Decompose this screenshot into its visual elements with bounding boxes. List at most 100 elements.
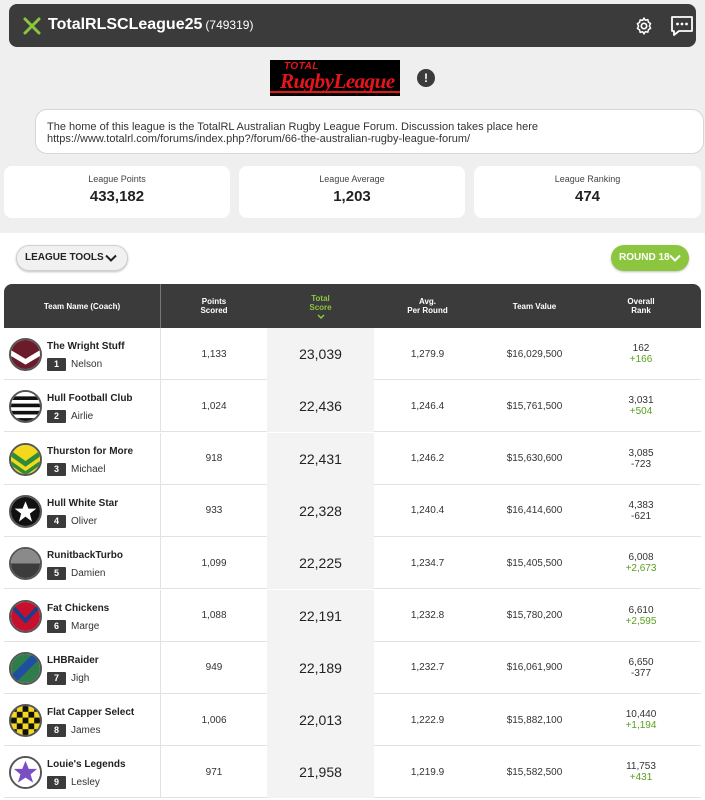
total-score: 21,958 — [299, 764, 342, 781]
overall-rank: 6,008 +2,673 — [594, 552, 688, 574]
coach-name: Airlie — [71, 411, 94, 423]
avg-per-round: 1,246.2 — [410, 453, 445, 465]
coach-name: Jigh — [71, 672, 90, 684]
team-jersey-icon — [9, 547, 42, 581]
league-description: The home of this league is the TotalRL A… — [35, 109, 704, 154]
league-rank-badge: 4 — [47, 514, 66, 528]
avg-per-round: 1,219.9 — [410, 766, 445, 778]
table-row[interactable]: Hull Football Club 2 Airlie 1,024 22,436 1,24… — [4, 380, 701, 433]
team-value: $15,761,500 — [506, 400, 563, 412]
avg-per-round: 1,232.8 — [410, 610, 445, 621]
league-title: TotalRLSCLeague25 (749319) — [48, 16, 254, 33]
gear-icon[interactable] — [634, 16, 654, 36]
coach-name: Damien — [71, 568, 106, 580]
total-score: 22,013 — [299, 712, 342, 729]
league-rank-badge: 7 — [47, 671, 66, 685]
total-score: 23,039 — [299, 346, 342, 362]
team-name[interactable]: LHBRaider — [47, 655, 99, 666]
points-scored: 971 — [205, 766, 223, 778]
sort-down-icon — [316, 313, 325, 319]
coach-name: Nelson — [71, 359, 103, 370]
team-name[interactable]: Hull White Star — [47, 498, 118, 509]
table-row[interactable]: Flat Capper Select 8 James 1,006 22,013 1,222… — [4, 694, 701, 747]
team-jersey-icon — [9, 390, 42, 424]
coach-name: Lesley — [71, 777, 100, 789]
team-jersey-icon — [9, 756, 42, 790]
round-selector-button[interactable]: ROUND 18 — [611, 245, 689, 271]
total-score: 22,328 — [299, 502, 342, 519]
overall-rank: 4,383 -621 — [594, 500, 688, 522]
header-avg-per-round[interactable]: Avg. Per Round — [374, 284, 481, 328]
top-bar: TotalRLSCLeague25 (749319) — [9, 4, 696, 47]
team-name[interactable]: RunitbackTurbo — [47, 550, 123, 561]
overall-rank: 6,650 -377 — [594, 657, 688, 679]
rank-movement: +431 — [629, 772, 653, 784]
league-rank-badge: 2 — [47, 410, 66, 424]
team-value: $15,582,500 — [506, 766, 563, 778]
total-score: 22,191 — [299, 607, 342, 624]
league-tools-button[interactable]: LEAGUE TOOLS — [16, 245, 128, 271]
coach-name: Oliver — [71, 515, 98, 527]
header-team-value[interactable]: Team Value — [481, 284, 588, 328]
team-name[interactable]: Hull Football Club — [47, 393, 133, 404]
stat-league-points: League Points 433,182 — [4, 166, 230, 218]
table-row[interactable]: Fat Chickens 6 Marge 1,088 22,191 1,232.8 $15,… — [4, 589, 701, 642]
team-name[interactable]: Fat Chickens — [47, 603, 109, 614]
table-row[interactable]: RunitbackTurbo 5 Damien 1,099 22,225 1,234.7 $… — [4, 537, 701, 590]
team-value: $15,882,100 — [506, 714, 563, 726]
league-logo: TOTAL RugbyLeague — [270, 60, 400, 96]
team-name[interactable]: Louie's Legends — [47, 759, 126, 770]
total-score: 22,189 — [299, 659, 342, 676]
league-rank-badge: 9 — [47, 776, 66, 790]
team-value: $16,061,900 — [506, 662, 563, 674]
coach-name: Marge — [71, 620, 100, 632]
overall-rank: 3,085 -723 — [594, 448, 688, 470]
overall-rank: 3,031 +504 — [594, 395, 688, 417]
overall-rank: 10,440 +1,194 — [594, 709, 688, 731]
team-name[interactable]: The Wright Stuff — [47, 341, 125, 352]
team-jersey-icon — [9, 599, 42, 633]
league-rank-badge: 5 — [47, 567, 66, 581]
avg-per-round: 1,240.4 — [410, 505, 445, 517]
avg-per-round: 1,246.4 — [410, 400, 445, 412]
table-header: Team Name (Coach) Points Scored Total Scor… — [4, 284, 701, 328]
team-value: $16,414,600 — [506, 505, 563, 517]
league-rank-badge: 8 — [47, 724, 66, 738]
team-name[interactable]: Flat Capper Select — [47, 707, 134, 718]
team-name[interactable]: Thurston for More — [47, 446, 133, 457]
league-rank-badge: 1 — [47, 358, 66, 371]
table-row[interactable]: Hull White Star 4 Oliver 933 22,328 1,240.4 $1… — [4, 484, 701, 537]
total-score: 22,431 — [299, 450, 342, 467]
overall-rank: 11,753 +431 — [594, 761, 688, 783]
points-scored: 1,099 — [201, 557, 227, 569]
table-row[interactable]: Louie's Legends 9 Lesley 971 21,958 1,219.9 $1… — [4, 746, 701, 799]
team-jersey-icon — [9, 338, 42, 371]
table-row[interactable]: LHBRaider 7 Jigh 949 22,189 1,232.7 $16,061,90… — [4, 641, 701, 694]
points-scored: 949 — [205, 662, 223, 674]
close-icon[interactable] — [21, 15, 43, 37]
header-overall-rank[interactable]: Overall Rank — [594, 284, 688, 328]
overall-rank: 162 +166 — [594, 343, 688, 365]
rank-movement: +166 — [629, 354, 653, 365]
header-team[interactable]: Team Name (Coach) — [4, 284, 160, 328]
coach-name: Michael — [71, 463, 106, 475]
rank-movement: +1,194 — [625, 720, 657, 732]
chat-icon[interactable] — [670, 14, 694, 38]
overall-rank: 6,610 +2,595 — [594, 605, 688, 627]
header-total-score[interactable]: Total Score — [267, 284, 374, 328]
points-scored: 1,006 — [201, 714, 227, 726]
table-row[interactable]: The Wright Stuff 1 Nelson 1,133 23,039 1,279.… — [4, 328, 701, 380]
rank-movement: -621 — [630, 510, 651, 522]
chevron-down-icon — [105, 254, 117, 262]
avg-per-round: 1,222.9 — [410, 714, 445, 726]
points-scored: 918 — [205, 453, 223, 465]
rank-movement: -377 — [630, 667, 651, 679]
team-jersey-icon — [9, 442, 42, 476]
team-value: $15,780,200 — [506, 610, 563, 621]
points-scored: 1,088 — [201, 610, 227, 621]
info-icon[interactable]: ! — [417, 69, 435, 87]
total-score: 22,225 — [299, 555, 342, 572]
table-row[interactable]: Thurston for More 3 Michael 918 22,431 1,246.… — [4, 432, 701, 485]
header-points-scored[interactable]: Points Scored — [161, 284, 267, 328]
league-rank-badge: 6 — [47, 619, 66, 633]
